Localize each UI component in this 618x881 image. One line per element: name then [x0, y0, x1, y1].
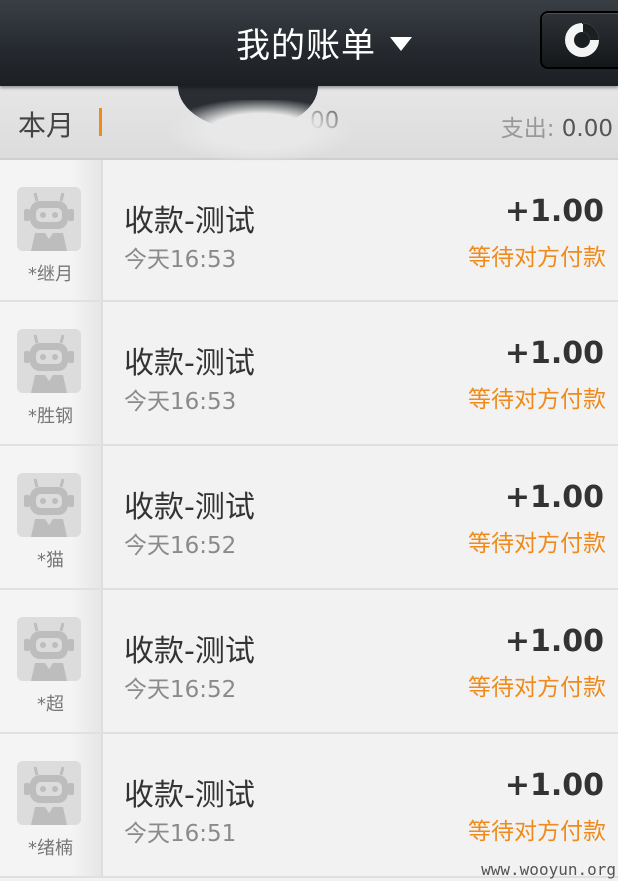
avatar-column: *猫	[0, 446, 103, 588]
bill-title: 收款-测试	[124, 778, 255, 813]
bill-amount: +1.00	[504, 624, 604, 659]
page-title: 我的账单	[236, 25, 376, 66]
period-label[interactable]: 本月	[18, 104, 74, 144]
payer-nickname: *继月	[28, 264, 73, 285]
chart-button[interactable]	[540, 11, 618, 69]
bill-time: 今天16:52	[124, 533, 237, 559]
robot-avatar-icon	[17, 329, 81, 393]
bill-time: 今天16:52	[124, 677, 237, 703]
avatar-column: *绪楠	[0, 734, 103, 876]
bill-time: 今天16:53	[124, 389, 237, 415]
navigation-bar: 我的账单	[0, 0, 618, 86]
robot-avatar-icon	[17, 617, 81, 681]
bill-amount: +1.00	[504, 194, 604, 229]
period-divider	[99, 108, 102, 136]
bill-status: 等待对方付款	[468, 245, 606, 271]
dropdown-arrow-icon	[390, 37, 412, 51]
payer-nickname: *绪楠	[28, 838, 73, 859]
bill-row[interactable]: *胜钢 收款-测试今天16:53 +1.00 等待对方付款	[0, 302, 618, 446]
bill-title: 收款-测试	[124, 634, 255, 669]
payer-nickname: *超	[37, 694, 64, 715]
robot-avatar-icon	[17, 473, 81, 537]
bill-title: 收款-测试	[124, 346, 255, 381]
bill-amount: +1.00	[504, 336, 604, 371]
bill-amount: +1.00	[504, 480, 604, 515]
bill-status: 等待对方付款	[468, 675, 606, 701]
avatar-column: *继月	[0, 160, 103, 300]
bill-list: *继月 收款-测试 今天16:53 +1.00 等待对方付款 *胜钢 收款-测试 今天16:5…	[0, 160, 618, 878]
expense-value: 0.00	[561, 116, 613, 142]
bill-row[interactable]: *猫 收款-测试今天16:52 +1.00 等待对方付款	[0, 446, 618, 590]
watermark: www.wooyun.org	[481, 860, 616, 879]
expense-label: 支出:	[500, 116, 555, 142]
bill-time: 今天16:51	[124, 821, 237, 847]
bill-title-dropdown[interactable]: 我的账单	[236, 18, 412, 66]
pull-tab-shadow	[170, 100, 350, 162]
robot-avatar-icon	[17, 187, 81, 251]
bill-title: 收款-测试	[124, 490, 255, 525]
bill-row[interactable]: *绪楠 收款-测试今天16:51 +1.00 等待对方付款	[0, 734, 618, 878]
bill-status: 等待对方付款	[468, 531, 606, 557]
bill-row[interactable]: *超 收款-测试今天16:52 +1.00 等待对方付款	[0, 590, 618, 734]
payer-nickname: *猫	[37, 550, 64, 571]
bill-status: 等待对方付款	[468, 819, 606, 845]
bill-status: 等待对方付款	[468, 387, 606, 413]
bill-amount: +1.00	[504, 768, 604, 803]
avatar-column: *超	[0, 590, 103, 732]
bill-title: 收款-测试	[124, 204, 255, 239]
expense-summary: 支出: 0.00	[501, 109, 613, 143]
bill-row[interactable]: *继月 收款-测试今天16:53 +1.00 等待对方付款	[0, 160, 618, 302]
bill-time: 今天16:53	[124, 247, 237, 273]
robot-avatar-icon	[17, 761, 81, 825]
payer-nickname: *胜钢	[28, 406, 73, 427]
avatar-column: *胜钢	[0, 302, 103, 444]
pie-chart-icon	[565, 23, 599, 57]
